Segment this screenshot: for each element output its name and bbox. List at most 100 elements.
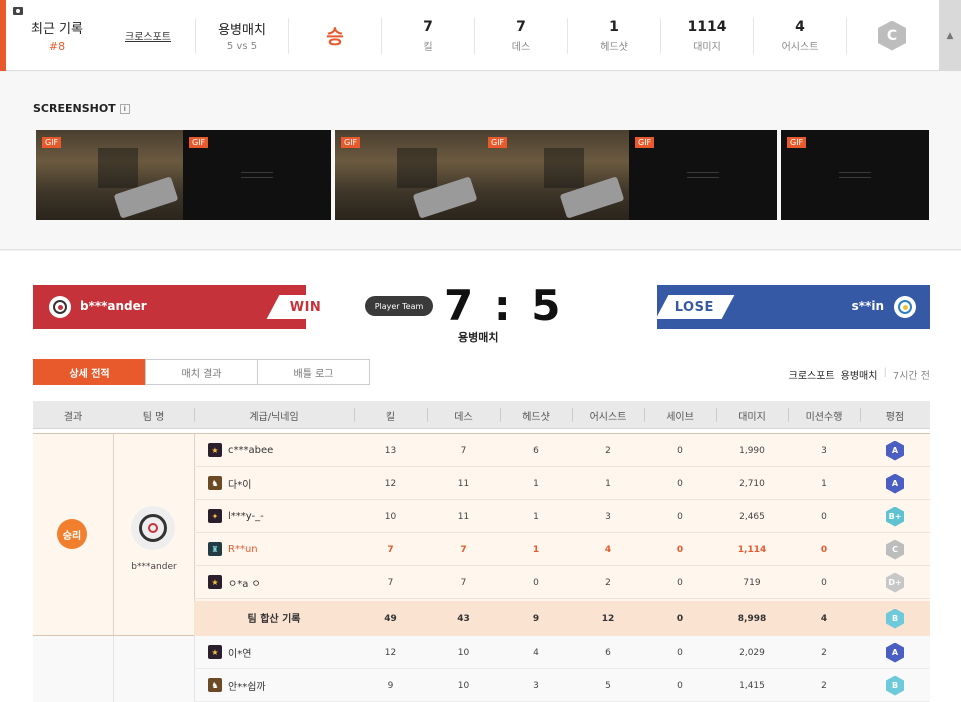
player-nickname[interactable]: 안**쉽까 bbox=[228, 669, 266, 702]
cell-death: 7 bbox=[460, 445, 467, 456]
cell-kill: 12 bbox=[384, 478, 397, 489]
cell-save: 0 bbox=[677, 680, 683, 691]
cell-headshot: 1 bbox=[532, 544, 540, 555]
player-nickname[interactable]: R**un bbox=[228, 533, 258, 566]
rank-star-icon: ★ bbox=[208, 575, 222, 589]
record-number: #8 bbox=[48, 40, 66, 53]
cell-grade: C bbox=[860, 533, 930, 566]
recent-record-summary: 최근 기록 #8 크로스포트 용병매치 5 vs 5 승 7 킬 7 데스 1 … bbox=[0, 0, 961, 71]
cell-assist: 6 bbox=[605, 647, 611, 658]
cell-save: 0 bbox=[677, 647, 683, 658]
stat-label: 데스 bbox=[511, 41, 531, 53]
cell-kill: 13 bbox=[384, 445, 397, 456]
triangle-up-icon: ▲ bbox=[946, 30, 954, 41]
cell-assist: 12 bbox=[601, 613, 615, 624]
cell-assist: 4 bbox=[604, 544, 612, 555]
channel-link[interactable]: 크로스포트 bbox=[125, 28, 171, 43]
meta-map: 크로스포트 bbox=[788, 371, 835, 382]
channel-block[interactable]: 크로스포트 bbox=[112, 0, 184, 71]
gif-badge: GIF bbox=[189, 137, 209, 148]
recent-record-title: 최근 기록 bbox=[31, 22, 83, 37]
player-nickname[interactable]: c***abee bbox=[228, 434, 273, 467]
cell-grade: A bbox=[860, 636, 930, 669]
stat-headshot: 1 헤드샷 bbox=[568, 0, 660, 71]
cell-damage: 8,998 bbox=[737, 613, 767, 624]
table-row[interactable]: ★ ㅇ*a ㅇ 7 7 0 2 0 719 0 D+ bbox=[194, 566, 930, 599]
stat-value: 7 bbox=[423, 18, 433, 35]
win-result-badge: 승리 bbox=[57, 519, 87, 549]
tab-battle-log[interactable]: 배틀 로그 bbox=[257, 359, 370, 385]
cell-grade: D+ bbox=[860, 566, 930, 599]
table-row[interactable]: ✦ l***y-_- 10 11 1 3 0 2,465 0 B+ bbox=[194, 500, 930, 533]
info-icon[interactable]: i bbox=[119, 104, 130, 114]
player-nickname[interactable]: l***y-_- bbox=[228, 500, 264, 533]
screenshot-thumbnail[interactable]: GIF bbox=[482, 130, 630, 220]
screenshot-thumbnail[interactable]: GIF bbox=[629, 130, 777, 220]
divider bbox=[288, 18, 289, 54]
grade-badge: D+ bbox=[886, 572, 904, 593]
table-row[interactable]: ♞ 안**쉽까 9 10 3 5 0 1,415 2 B bbox=[194, 669, 930, 702]
meta-mode: 용병매치 bbox=[840, 371, 878, 382]
rank-badge-icon: ♞ bbox=[208, 678, 222, 692]
player-nickname[interactable]: 이*연 bbox=[228, 636, 251, 669]
screenshot-thumbnail[interactable]: GIF bbox=[183, 130, 331, 220]
divider bbox=[113, 434, 114, 635]
cell-damage: 2,710 bbox=[739, 478, 765, 489]
cell-mission: 0 bbox=[820, 544, 828, 555]
match-detail-section: b***ander WIN Player Team 7 : 5 용병매치 LOS… bbox=[0, 251, 961, 702]
stat-label: 어시스트 bbox=[781, 41, 819, 53]
rank-badge-icon: ♜ bbox=[208, 542, 222, 556]
winning-team-bar: b***ander WIN bbox=[33, 285, 346, 329]
cell-assist: 1 bbox=[605, 478, 611, 489]
cell-assist: 3 bbox=[605, 511, 611, 522]
losing-team-bar: LOSE s**in bbox=[655, 285, 930, 329]
screenshot-section: SCREENSHOT i GIF GIF GIF GIF GIF GIF bbox=[0, 72, 961, 250]
cell-assist: 5 bbox=[605, 680, 611, 691]
mode-sub-label: 5 vs 5 bbox=[226, 41, 258, 52]
cell-headshot: 6 bbox=[533, 445, 539, 456]
team-emblem-icon bbox=[49, 296, 71, 318]
screenshot-thumbnail[interactable]: GIF bbox=[781, 130, 929, 220]
cell-kill: 49 bbox=[384, 613, 397, 624]
table-row[interactable]: ★ 이*연 12 10 4 6 0 2,029 2 A bbox=[194, 636, 930, 669]
cell-damage: 1,990 bbox=[739, 445, 765, 456]
cell-grade: A bbox=[860, 467, 930, 500]
cell-headshot: 3 bbox=[533, 680, 539, 691]
cell-mission: 3 bbox=[821, 445, 827, 456]
cell-grade: B bbox=[860, 669, 930, 702]
table-row[interactable]: ★ c***abee 13 7 6 2 0 1,990 3 A bbox=[194, 434, 930, 467]
header-grade: 평점 bbox=[885, 411, 905, 423]
cell-death: 7 bbox=[460, 577, 467, 588]
table-row[interactable]: ♞ 다*이 12 11 1 1 0 2,710 1 A bbox=[194, 467, 930, 500]
win-tag: WIN bbox=[266, 295, 346, 319]
cell-kill: 7 bbox=[387, 544, 394, 555]
player-nickname[interactable]: 다*이 bbox=[228, 467, 251, 500]
player-nickname[interactable]: ㅇ*a ㅇ bbox=[228, 566, 261, 599]
grade-badge: A bbox=[886, 473, 904, 494]
mode-label: 용병매치 bbox=[218, 23, 266, 38]
losing-team-group: ★ 이*연 12 10 4 6 0 2,029 2 A ♞ 안**쉽까 9 10… bbox=[33, 636, 930, 702]
gif-badge: GIF bbox=[488, 137, 508, 148]
result-block: 승 bbox=[290, 0, 380, 71]
team-logo-name[interactable]: b***ander bbox=[113, 562, 195, 572]
table-row[interactable]: ♜ R**un 7 7 1 4 0 1,114 0 C bbox=[194, 533, 930, 566]
cell-save: 0 bbox=[677, 577, 683, 588]
tab-match-result[interactable]: 매치 결과 bbox=[145, 359, 258, 385]
stat-value: 1114 bbox=[687, 18, 727, 35]
stat-death: 7 데스 bbox=[475, 0, 567, 71]
lose-tag-text: LOSE bbox=[675, 299, 715, 315]
screenshot-thumbnail[interactable]: GIF bbox=[335, 130, 483, 220]
cell-save: 0 bbox=[676, 613, 684, 624]
cell-death: 43 bbox=[457, 613, 470, 624]
team-logo-icon[interactable] bbox=[131, 506, 175, 550]
scroll-up-button[interactable]: ▲ bbox=[939, 0, 961, 71]
mode-block: 용병매치 5 vs 5 bbox=[200, 0, 284, 71]
screenshot-thumbnail[interactable]: GIF bbox=[36, 130, 184, 220]
win-tag-text: WIN bbox=[290, 299, 322, 315]
cell-death: 7 bbox=[460, 544, 467, 555]
tab-detail-record[interactable]: 상세 전적 bbox=[33, 359, 146, 385]
rank-badge-icon: ♞ bbox=[208, 476, 222, 490]
stat-assist: 4 어시스트 bbox=[754, 0, 846, 71]
stat-damage: 1114 대미지 bbox=[661, 0, 753, 71]
placeholder-logo-icon bbox=[839, 172, 871, 178]
